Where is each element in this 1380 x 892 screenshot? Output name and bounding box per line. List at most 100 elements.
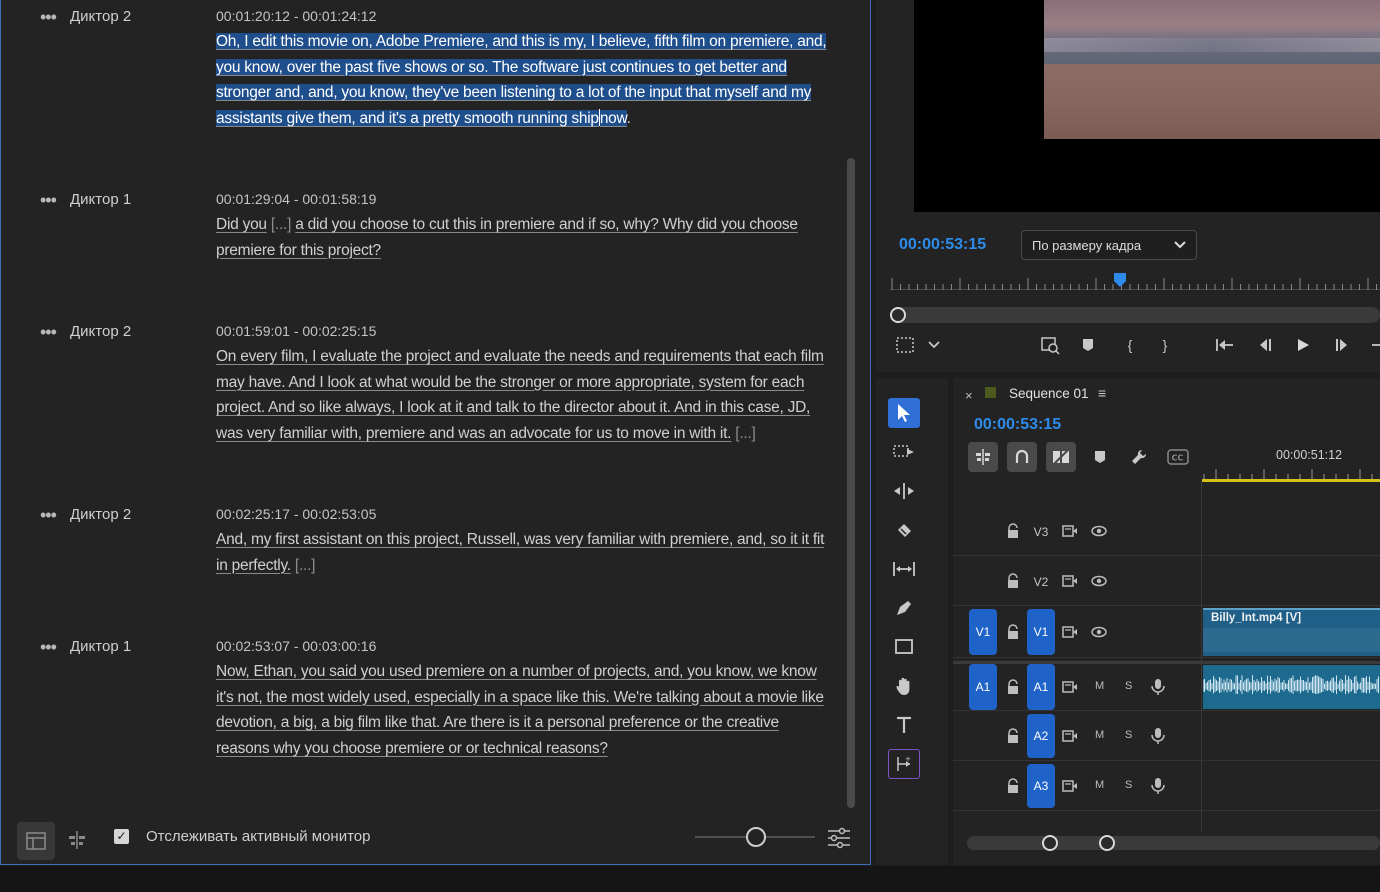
- sync-lock-icon[interactable]: [1062, 524, 1078, 538]
- transcript-view-icon[interactable]: [17, 822, 55, 860]
- export-frame-icon[interactable]: [1039, 334, 1061, 356]
- monitor-time-ruler[interactable]: [890, 272, 1380, 290]
- eye-icon[interactable]: [1091, 625, 1107, 639]
- caption-track-icon[interactable]: [63, 826, 91, 854]
- audio-clip[interactable]: [1202, 665, 1380, 709]
- monitor-zoom-scrollbar[interactable]: [890, 307, 1380, 323]
- rectangle-tool-icon[interactable]: [888, 632, 920, 662]
- add-marker-icon[interactable]: [1085, 442, 1115, 472]
- eye-icon[interactable]: [1091, 574, 1107, 588]
- solo-button[interactable]: S: [1125, 680, 1132, 692]
- segment-speaker[interactable]: Диктор 2: [70, 8, 131, 25]
- lock-icon[interactable]: [1006, 679, 1020, 695]
- monitor-timecode[interactable]: 00:00:53:15: [899, 236, 986, 254]
- step-forward-icon[interactable]: [1331, 334, 1353, 356]
- scroll-zoom-handle-right[interactable]: [1099, 835, 1115, 851]
- zoom-level-select[interactable]: По размеру кадра: [1021, 230, 1197, 260]
- timeline-timecode[interactable]: 00:00:53:15: [974, 416, 1061, 434]
- zoom-slider-knob[interactable]: [746, 827, 766, 847]
- segment-more-icon[interactable]: •••: [40, 191, 57, 209]
- slip-tool-icon[interactable]: [888, 554, 920, 584]
- sequence-tab[interactable]: Sequence 01: [1009, 386, 1089, 401]
- selected-text[interactable]: Oh, I edit this movie on, Adobe Premiere…: [216, 33, 827, 128]
- monitor-playhead[interactable]: [1114, 273, 1126, 287]
- segment-more-icon[interactable]: •••: [40, 638, 57, 656]
- microphone-icon[interactable]: [1151, 777, 1165, 795]
- follow-monitor-checkbox[interactable]: ✓: [114, 829, 129, 844]
- mark-in-icon[interactable]: {: [1119, 334, 1141, 356]
- segment-text[interactable]: Now, Ethan, you said you used premiere o…: [216, 659, 836, 762]
- solo-button[interactable]: S: [1125, 779, 1132, 791]
- source-patch-v1[interactable]: V1: [969, 609, 997, 655]
- gap-marker[interactable]: [...]: [295, 557, 316, 574]
- segment-more-icon[interactable]: •••: [40, 8, 57, 26]
- track-name[interactable]: A1: [1027, 664, 1055, 710]
- insert-nested-icon[interactable]: [968, 442, 998, 472]
- lock-icon[interactable]: [1006, 573, 1020, 589]
- captions-icon[interactable]: CC: [1163, 442, 1193, 472]
- lock-icon[interactable]: [1006, 523, 1020, 539]
- lock-icon[interactable]: [1006, 624, 1020, 640]
- monitor-scroll-handle[interactable]: [890, 307, 906, 323]
- segment-words[interactable]: a did you choose to cut this in premiere…: [216, 216, 798, 259]
- eye-icon[interactable]: [1091, 524, 1107, 538]
- gap-marker[interactable]: [...]: [735, 425, 756, 442]
- segment-speaker[interactable]: Диктор 1: [70, 191, 131, 208]
- razor-tool-icon[interactable]: [888, 515, 920, 545]
- microphone-icon[interactable]: [1151, 678, 1165, 696]
- segment-speaker[interactable]: Диктор 2: [70, 506, 131, 523]
- segment-speaker[interactable]: Диктор 2: [70, 323, 131, 340]
- segment-words[interactable]: On every film, I evaluate the project an…: [216, 348, 824, 442]
- microphone-icon[interactable]: [1151, 727, 1165, 745]
- panel-menu-icon[interactable]: ≡: [1098, 385, 1106, 401]
- settings-sliders-icon[interactable]: [827, 827, 851, 849]
- segment-text[interactable]: And, my first assistant on this project,…: [216, 527, 836, 578]
- generative-extend-tool-icon[interactable]: +: [888, 749, 920, 779]
- mute-button[interactable]: M: [1095, 779, 1104, 791]
- go-to-out-icon[interactable]: [1367, 334, 1380, 356]
- chevron-down-icon[interactable]: [923, 334, 945, 356]
- scroll-zoom-handle-left[interactable]: [1042, 835, 1058, 851]
- close-icon[interactable]: ×: [965, 388, 973, 403]
- wrench-icon[interactable]: [1124, 442, 1154, 472]
- lock-icon[interactable]: [1006, 778, 1020, 794]
- work-area-bar[interactable]: [1202, 479, 1380, 482]
- track-name[interactable]: A3: [1027, 764, 1055, 808]
- segment-more-icon[interactable]: •••: [40, 323, 57, 341]
- segment-more-icon[interactable]: •••: [40, 506, 57, 524]
- source-patch-a1[interactable]: A1: [969, 664, 997, 710]
- pen-tool-icon[interactable]: [888, 593, 920, 623]
- solo-button[interactable]: S: [1125, 729, 1132, 741]
- transcript-scrollbar[interactable]: [847, 158, 855, 808]
- track-name[interactable]: V2: [1027, 572, 1055, 592]
- segment-text[interactable]: On every film, I evaluate the project an…: [216, 344, 836, 447]
- sync-lock-icon[interactable]: [1062, 680, 1078, 694]
- track-select-tool-icon[interactable]: [888, 437, 920, 467]
- go-to-in-icon[interactable]: [1214, 334, 1236, 356]
- play-icon[interactable]: [1292, 334, 1314, 356]
- safe-margins-icon[interactable]: [894, 334, 916, 356]
- ripple-edit-tool-icon[interactable]: [888, 476, 920, 506]
- mute-button[interactable]: M: [1095, 680, 1104, 692]
- sync-lock-icon[interactable]: [1062, 729, 1078, 743]
- snap-icon[interactable]: [1007, 442, 1037, 472]
- segment-words[interactable]: Did you: [216, 216, 267, 233]
- sync-lock-icon[interactable]: [1062, 625, 1078, 639]
- lock-icon[interactable]: [1006, 728, 1020, 744]
- linked-selection-icon[interactable]: [1046, 442, 1076, 472]
- video-canvas[interactable]: [914, 0, 1380, 212]
- add-marker-icon[interactable]: [1077, 334, 1099, 356]
- track-name[interactable]: V3: [1027, 522, 1055, 542]
- mark-out-icon[interactable]: }: [1154, 334, 1176, 356]
- type-tool-icon[interactable]: [888, 710, 920, 740]
- track-name[interactable]: V1: [1027, 609, 1055, 655]
- sync-lock-icon[interactable]: [1062, 779, 1078, 793]
- sync-lock-icon[interactable]: [1062, 574, 1078, 588]
- segment-speaker[interactable]: Диктор 1: [70, 638, 131, 655]
- timeline-horizontal-scrollbar[interactable]: [967, 836, 1380, 850]
- track-name[interactable]: A2: [1027, 714, 1055, 758]
- segment-text[interactable]: Did you [...] a did you choose to cut th…: [216, 212, 836, 263]
- mute-button[interactable]: M: [1095, 729, 1104, 741]
- video-clip[interactable]: Billy_Int.mp4 [V]: [1203, 608, 1380, 656]
- step-back-icon[interactable]: [1254, 334, 1276, 356]
